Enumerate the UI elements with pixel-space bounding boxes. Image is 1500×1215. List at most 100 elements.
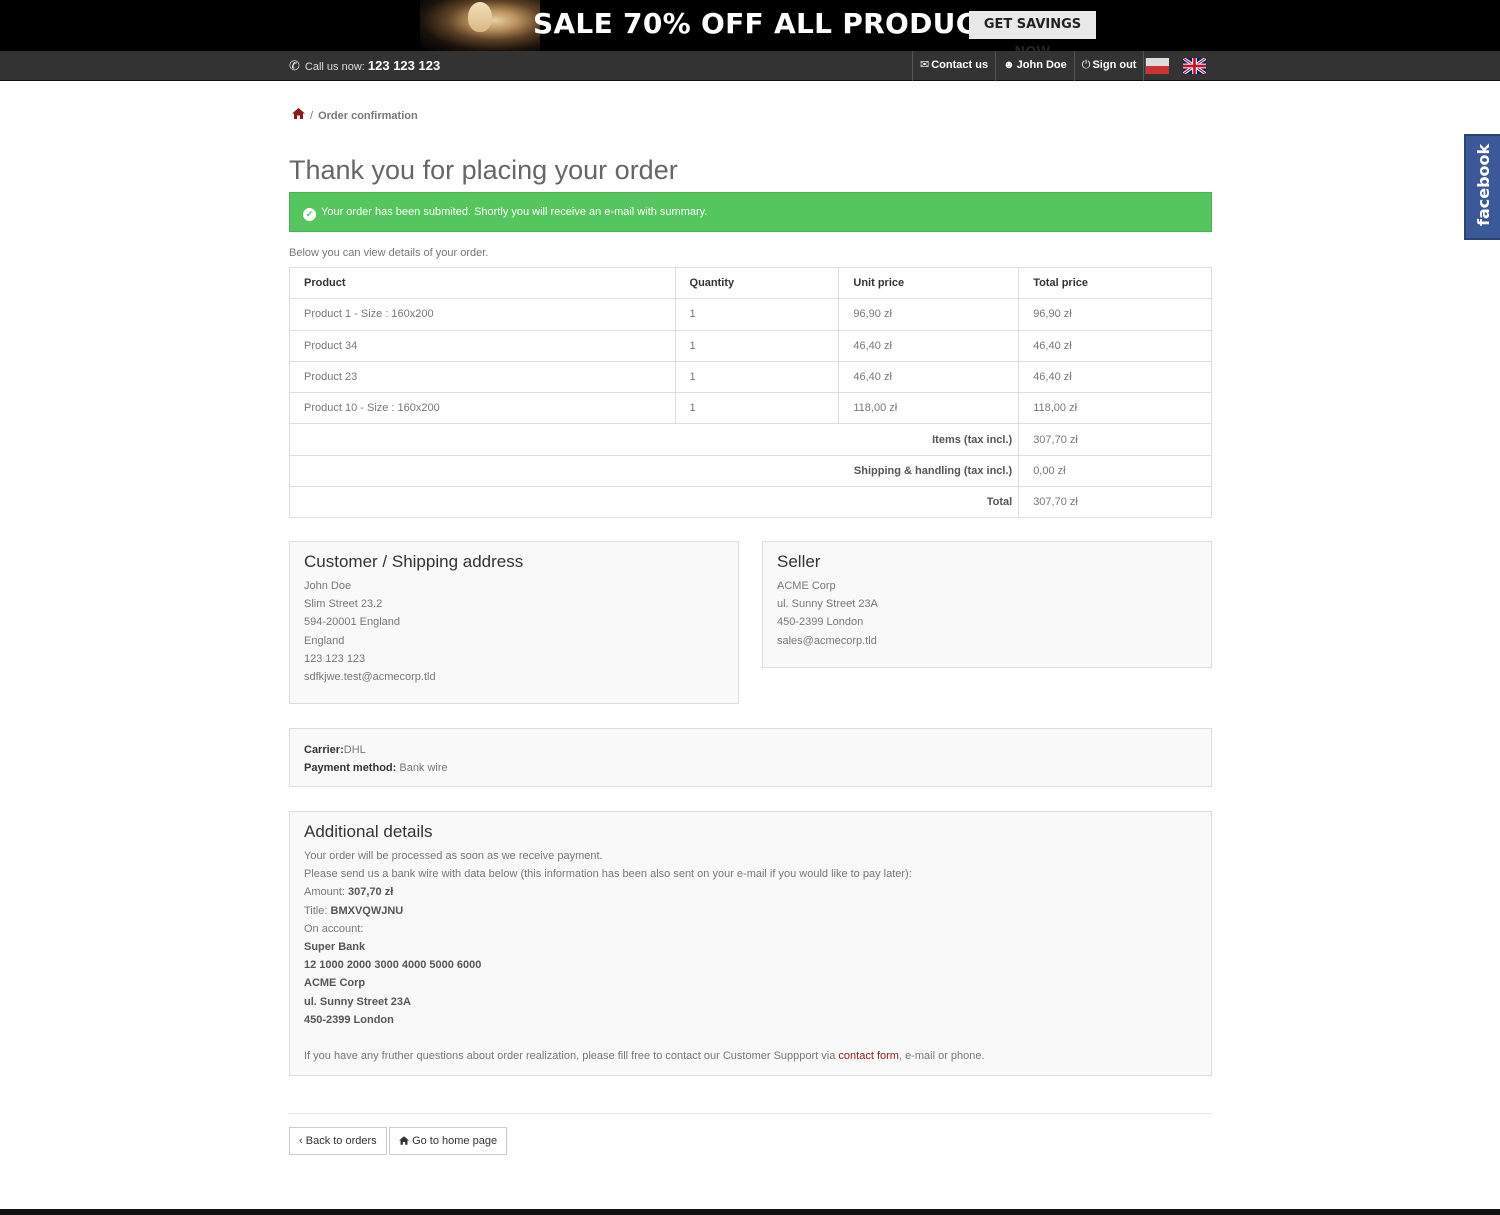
get-savings-button[interactable]: GET SAVINGS NOW <box>969 11 1096 60</box>
contact-us-label: Contact us <box>931 59 989 71</box>
top-bar: ✆ Call us now: 123 123 123 ✉ Contact us ☻ J… <box>0 51 1500 81</box>
page-title: Thank you for placing your order <box>289 155 678 185</box>
go-home-button[interactable]: Go to home page <box>389 1127 508 1155</box>
polish-flag-icon[interactable] <box>1145 58 1169 74</box>
payment-method-value: Bank wire <box>399 762 448 775</box>
table-row: Product 1 - Size : 160x200 1 96,90 zł 96… <box>289 298 1212 331</box>
breadcrumb: / Order confirmation <box>292 108 418 122</box>
payment-method-label: Payment method: <box>304 762 397 775</box>
home-icon <box>399 1136 409 1145</box>
account-label: On account: <box>304 922 364 935</box>
processing-note: Your order will be processed as soon as … <box>304 850 603 862</box>
product-name: Product 1 - Size : 160x200 <box>289 298 676 331</box>
support-note: If you have any fruther questions about … <box>304 1047 1197 1065</box>
column-header: Quantity <box>674 266 840 300</box>
footer-bar <box>0 1209 1500 1215</box>
contact-form-link[interactable]: contact form <box>838 1050 899 1062</box>
user-icon: ☻ <box>1003 59 1015 71</box>
address-line: England <box>304 634 345 647</box>
amount-line: Amount: 307,70 zł <box>304 883 1197 901</box>
banner-title: SALE 70% OFF ALL PRODUCTS <box>533 7 1017 40</box>
items-total-row: Items (tax incl.) 307,70 zł <box>288 423 1212 456</box>
address-line: sdfkjwe.test@acmecorp.tld <box>304 671 436 684</box>
support-note-text: If you have any fruther questions about … <box>304 1050 839 1063</box>
quantity: 1 <box>674 298 840 331</box>
promo-banner[interactable]: SALE 70% OFF ALL PRODUCTS GET SAVINGS NO… <box>0 0 1500 60</box>
alert-text: Your order has been submited. Shortly yo… <box>321 206 708 218</box>
table-row: Product 10 - Size : 160x200 1 118,00 zł … <box>289 392 1212 425</box>
product-name: Product 10 - Size : 160x200 <box>289 392 676 425</box>
grand-total-value: 307,70 zł <box>1018 486 1212 519</box>
customer-address-box: Customer / Shipping address John Doe Sli… <box>289 541 739 704</box>
back-to-orders-label: Back to orders <box>305 1135 377 1147</box>
call-label: Call us now: <box>304 61 365 73</box>
power-icon: ⏻ <box>1081 59 1091 71</box>
grand-total-label: Total <box>288 486 1020 519</box>
order-table: Product Quantity Unit price Total price … <box>288 266 1212 519</box>
phone-number: 123 123 123 <box>367 58 441 73</box>
success-alert: ✓ Your order has been submited. Shortly y… <box>289 192 1212 232</box>
product-name: Product 23 <box>289 360 676 394</box>
check-circle-icon: ✓ <box>303 208 316 221</box>
home-icon[interactable] <box>292 108 305 119</box>
product-name: Product 34 <box>289 329 676 362</box>
carrier-line: Carrier:DHL <box>304 741 1197 759</box>
payment-method-line: Payment method: Bank wire <box>304 759 1197 777</box>
additional-details-title: Additional details <box>304 822 433 841</box>
carrier-value: DHL <box>343 744 366 756</box>
top-nav: ✉ Contact us ☻ John Doe ⏻ Sign out <box>912 51 1145 81</box>
quantity: 1 <box>674 360 840 394</box>
amount-value: 307,70 zł <box>348 886 394 899</box>
bank-line: ACME Corp <box>304 977 366 990</box>
back-to-orders-button[interactable]: ‹ Back to orders <box>289 1127 387 1155</box>
sign-out-link[interactable]: ⏻ Sign out <box>1073 51 1144 81</box>
bank-wire-note: Please send us a bank wire with data bel… <box>304 868 912 881</box>
shipping-row: Shipping & handling (tax incl.) 0,00 zł <box>288 454 1212 488</box>
address-line: John Doe <box>304 580 352 592</box>
carrier-label: Carrier: <box>304 744 344 756</box>
chevron-left-icon: ‹ <box>299 1135 303 1147</box>
address-line: 594-20001 England <box>304 616 401 629</box>
total-price: 46,40 zł <box>1018 360 1212 394</box>
shipping-value: 0,00 zł <box>1018 454 1212 488</box>
seller-line: sales@acmecorp.tld <box>777 634 877 647</box>
user-name: John Doe <box>1016 59 1067 71</box>
go-home-label: Go to home page <box>412 1135 498 1147</box>
banner-model-image <box>420 0 540 51</box>
breadcrumb-current: Order confirmation <box>318 110 418 122</box>
transfer-title-label: Title: <box>304 904 328 917</box>
envelope-icon: ✉ <box>920 59 930 71</box>
bank-line: 12 1000 2000 3000 4000 5000 6000 <box>304 959 482 972</box>
column-header: Total price <box>1018 266 1212 300</box>
amount-label: Amount: <box>304 886 345 899</box>
unit-price: 46,40 zł <box>838 329 1020 362</box>
facebook-widget-tab[interactable]: facebook <box>1464 134 1500 240</box>
unit-price: 46,40 zł <box>838 360 1020 394</box>
table-header-row: Product Quantity Unit price Total price <box>289 266 1212 300</box>
call-us: ✆ Call us now: 123 123 123 <box>289 58 440 74</box>
total-price: 118,00 zł <box>1018 392 1212 425</box>
column-header: Unit price <box>838 266 1020 300</box>
seller-line: ul. Sunny Street 23A <box>777 598 878 611</box>
additional-details-box: Additional details Your order will be pr… <box>289 811 1212 1076</box>
total-price: 96,90 zł <box>1018 298 1212 331</box>
english-flag-icon[interactable] <box>1183 58 1206 74</box>
transfer-title-line: Title: BMXVQWJNU <box>304 902 1197 920</box>
items-total-label: Items (tax incl.) <box>288 423 1020 456</box>
phone-icon: ✆ <box>289 58 300 73</box>
bank-line: 450-2399 London <box>304 1013 394 1026</box>
bank-line: ul. Sunny Street 23A <box>304 995 411 1008</box>
user-account-link[interactable]: ☻ John Doe <box>995 51 1074 81</box>
bank-line: Super Bank <box>304 941 366 954</box>
seller-line: ACME Corp <box>777 580 836 592</box>
sign-out-label: Sign out <box>1092 59 1137 71</box>
transfer-title-value: BMXVQWJNU <box>330 904 404 917</box>
items-total-value: 307,70 zł <box>1018 423 1212 456</box>
unit-price: 96,90 zł <box>838 298 1020 331</box>
unit-price: 118,00 zł <box>838 392 1020 425</box>
seller-box-title: Seller <box>777 552 821 571</box>
contact-us-link[interactable]: ✉ Contact us <box>912 51 995 81</box>
breadcrumb-separator: / <box>310 110 314 122</box>
support-note-end: , e-mail or phone. <box>898 1050 985 1063</box>
